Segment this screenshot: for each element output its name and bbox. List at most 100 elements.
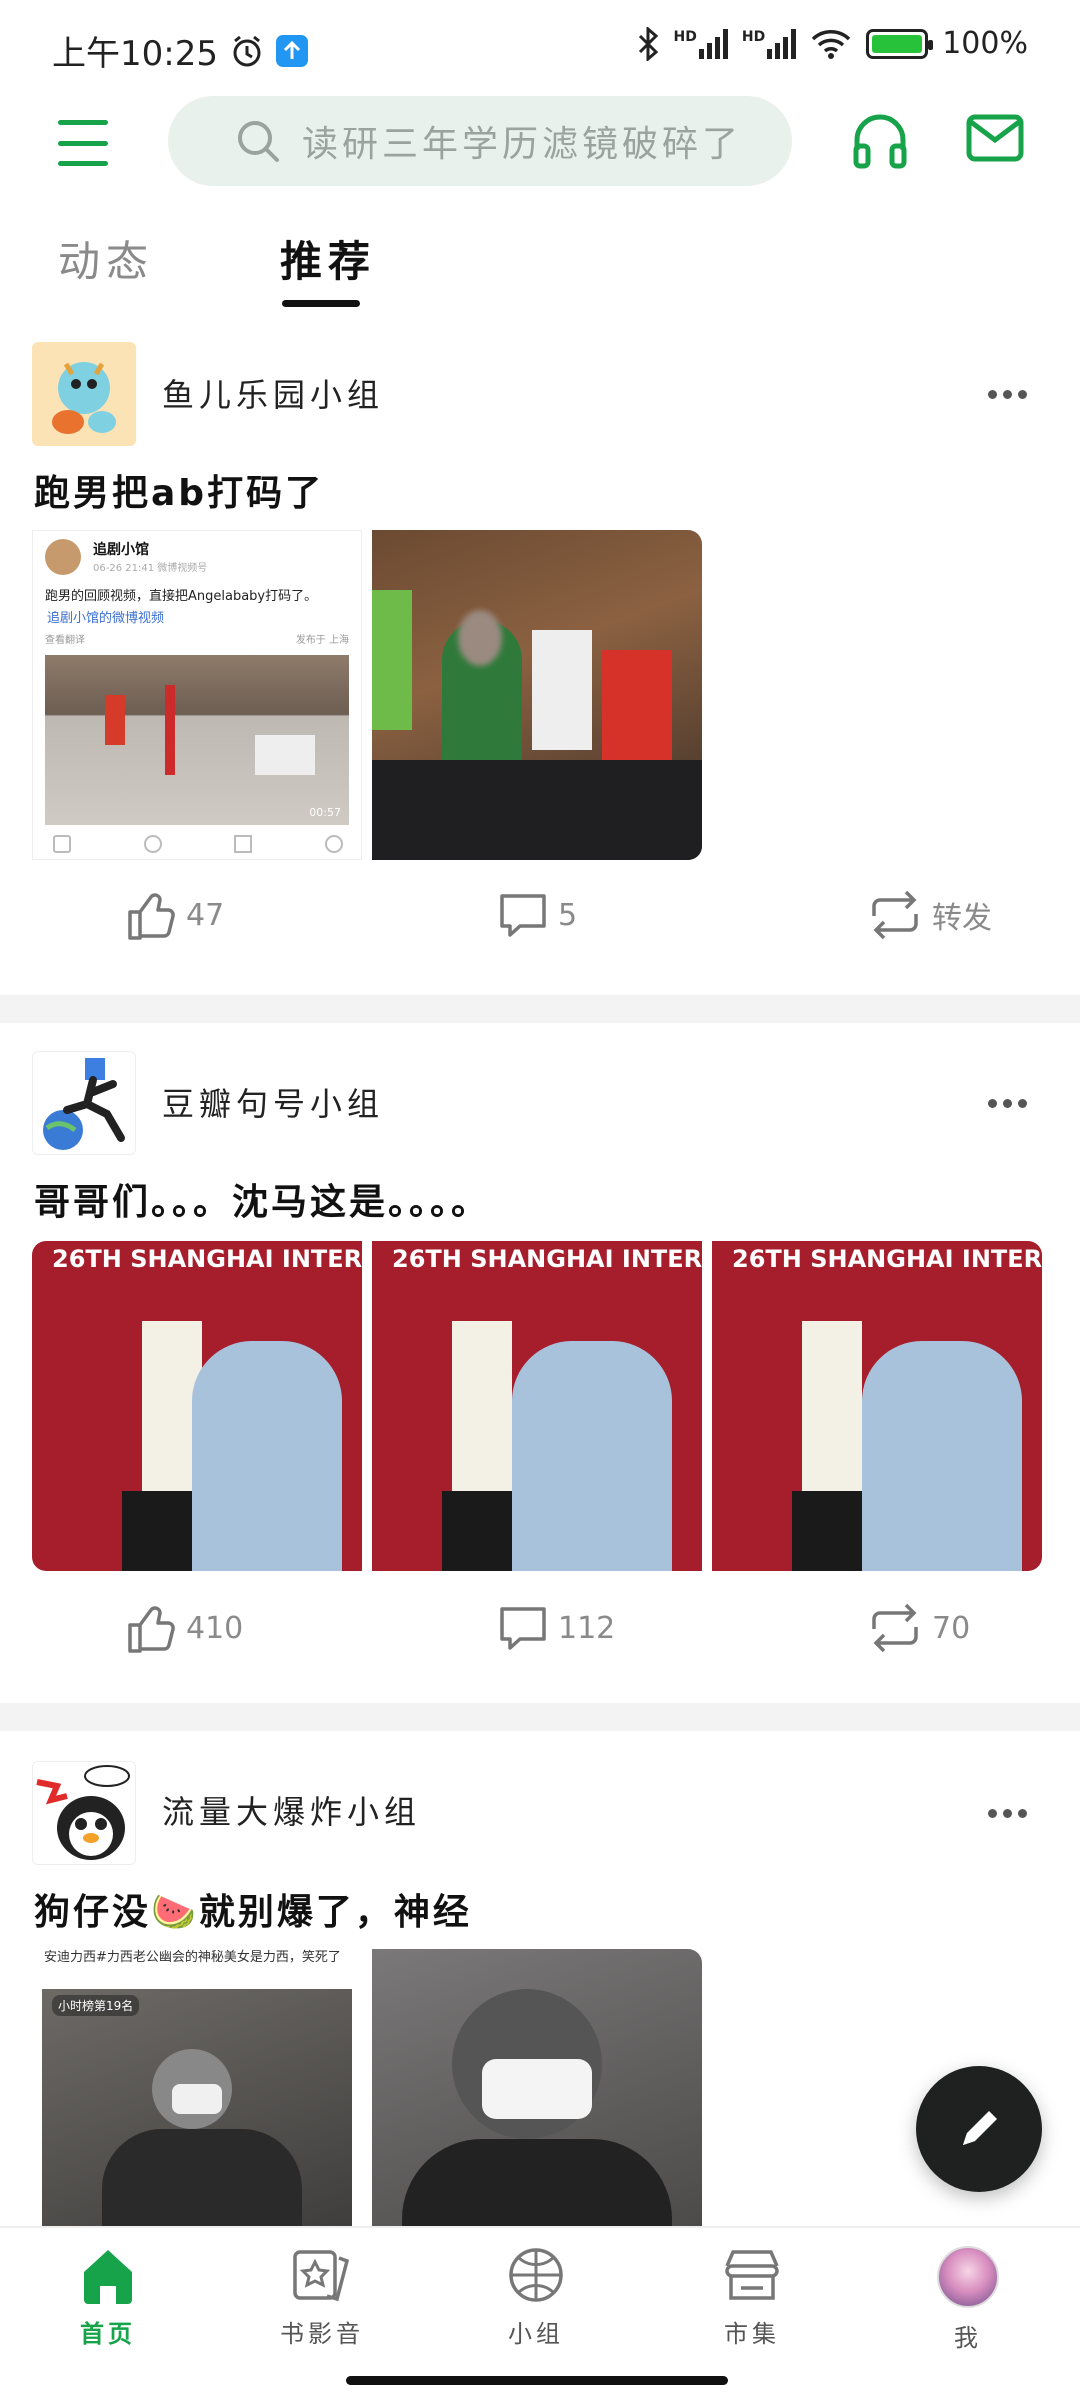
mail-icon[interactable] xyxy=(966,114,1024,162)
embedded-text: 跑男的回顾视频，直接把Angelababy打码了。 xyxy=(45,589,318,604)
post-title[interactable]: 狗仔没🍉就别爆了，神经 xyxy=(34,1883,472,1935)
bluetooth-icon xyxy=(638,26,658,61)
like-button[interactable]: 47 xyxy=(124,888,224,942)
repost-label: 转发 xyxy=(932,901,992,936)
like-count: 47 xyxy=(186,897,225,933)
menu-icon[interactable] xyxy=(58,120,108,166)
group-ball-icon xyxy=(509,2248,563,2302)
search-placeholder: 读研三年学历滤镜破碎了 xyxy=(302,124,743,165)
embedded-video: 00:57 xyxy=(45,655,349,825)
battery-icon xyxy=(866,28,934,59)
nav-groups-label: 小组 xyxy=(508,2320,564,2348)
video-duration: 00:57 xyxy=(309,806,341,819)
banner-text: 26TH SHANGHAI INTER xyxy=(732,1245,1042,1273)
feed-separator xyxy=(0,995,1080,1023)
embedded-link: 追剧小馆的微博视频 xyxy=(47,611,165,626)
headphones-icon[interactable] xyxy=(852,110,908,170)
home-indicator[interactable] xyxy=(346,2376,728,2385)
embedded-footer-right: 发布于 上海 xyxy=(295,635,349,646)
post-actions: 47 5 转发 xyxy=(0,888,1080,958)
comment-button[interactable]: 5 xyxy=(496,888,577,942)
banner-text: 26TH SHANGHAI INTER xyxy=(392,1245,702,1273)
tab-tuijian[interactable]: 推荐 xyxy=(280,228,376,289)
thumbs-up-icon xyxy=(128,893,175,940)
search-icon xyxy=(238,121,279,162)
home-icon xyxy=(84,2250,132,2304)
group-name[interactable]: 豆瓣句号小组 xyxy=(162,1079,384,1125)
nav-home-label: 首页 xyxy=(80,2320,136,2348)
nav-books-label: 书影音 xyxy=(280,2320,364,2348)
comment-count: 112 xyxy=(558,1610,616,1646)
post-title[interactable]: 哥哥们。。。沈马这是。。。。 xyxy=(34,1173,490,1225)
nav-me-label: 我 xyxy=(954,2324,982,2352)
repost-icon xyxy=(872,1603,918,1653)
repost-button[interactable]: 70 xyxy=(866,1601,970,1655)
like-button[interactable]: 410 xyxy=(124,1601,243,1655)
post-card[interactable]: 豆瓣句号小组 哥哥们。。。沈马这是。。。。 26TH SHANGHAI INTE… xyxy=(0,1023,1080,1703)
thumbs-up-icon xyxy=(128,1606,175,1653)
repost-icon xyxy=(872,890,918,940)
avatar xyxy=(937,2246,999,2308)
status-bar: 上午10:25 HD HD 100% xyxy=(0,0,1080,92)
embedded-user: 追剧小馆 xyxy=(93,542,149,558)
post-image-screenshot[interactable]: 追剧小馆 06-26 21:41 微博视频号 跑男的回顾视频，直接把Angela… xyxy=(32,530,362,860)
embedded-time: 06-26 21:41 微博视频号 xyxy=(93,563,208,574)
post-image-photo[interactable] xyxy=(372,530,702,860)
post-title[interactable]: 跑男把ab打码了 xyxy=(34,464,324,516)
group-name[interactable]: 鱼儿乐园小组 xyxy=(162,370,384,416)
post-actions: 410 112 70 xyxy=(0,1601,1080,1671)
top-bar: 读研三年学历滤镜破碎了 xyxy=(0,92,1080,192)
post-image-1[interactable]: 26TH SHANGHAI INTER xyxy=(32,1241,362,1571)
nav-books-movies-music[interactable]: 书影音 xyxy=(242,2246,402,2349)
signal-bars-icon xyxy=(698,28,728,59)
repost-count: 70 xyxy=(932,1610,971,1646)
signal-2: HD xyxy=(742,28,797,59)
nav-groups[interactable]: 小组 xyxy=(456,2246,616,2349)
ranking-badge: 小时榜第19名 xyxy=(52,1995,140,2016)
comment-count: 5 xyxy=(558,897,578,933)
tab-dongtai[interactable]: 动态 xyxy=(58,228,154,289)
status-time: 上午10:25 xyxy=(52,34,218,74)
upload-app-icon xyxy=(275,34,308,67)
repost-button[interactable]: 转发 xyxy=(866,888,992,942)
more-options-icon[interactable] xyxy=(988,390,1027,399)
alarm-icon xyxy=(233,35,261,66)
more-options-icon[interactable] xyxy=(988,1809,1027,1818)
group-avatar[interactable] xyxy=(32,342,136,446)
star-book-icon xyxy=(293,2250,350,2302)
post-card[interactable]: 鱼儿乐园小组 跑男把ab打码了 追剧小馆 06-26 21:41 微博视频号 跑… xyxy=(0,310,1080,995)
image-caption: 安迪力西#力西老公幽会的神秘美女是力西，笑死了 xyxy=(44,1950,341,1965)
status-left: 上午10:25 xyxy=(52,26,308,75)
group-avatar[interactable] xyxy=(32,1761,136,1865)
more-options-icon[interactable] xyxy=(988,1099,1027,1108)
post-image-1[interactable]: 安迪力西#力西老公幽会的神秘美女是力西，笑死了 小时榜第19名 xyxy=(32,1949,362,2226)
comment-icon xyxy=(500,894,546,937)
embedded-actions xyxy=(53,835,343,853)
comment-button[interactable]: 112 xyxy=(496,1601,615,1655)
post-card[interactable]: 流量大爆炸小组 狗仔没🍉就别爆了，神经 安迪力西#力西老公幽会的神秘美女是力西，… xyxy=(0,1731,1080,2226)
group-name[interactable]: 流量大爆炸小组 xyxy=(162,1787,421,1833)
compose-button[interactable] xyxy=(916,2066,1042,2192)
search-bar[interactable]: 读研三年学历滤镜破碎了 xyxy=(168,96,792,186)
wifi-icon xyxy=(812,29,851,59)
embedded-footer-left: 查看翻译 xyxy=(45,635,85,646)
like-count: 410 xyxy=(186,1610,244,1646)
banner-text: 26TH SHANGHAI INTER xyxy=(52,1245,362,1273)
post-image-2[interactable] xyxy=(372,1949,702,2226)
post-image-3[interactable]: 26TH SHANGHAI INTER xyxy=(712,1241,1042,1571)
active-tab-indicator xyxy=(282,300,360,307)
feed-tabs: 动态 推荐 xyxy=(0,208,1080,312)
comment-icon xyxy=(500,1607,546,1650)
store-icon xyxy=(725,2250,779,2300)
signal-bars-icon xyxy=(767,28,797,59)
group-avatar[interactable] xyxy=(32,1051,136,1155)
battery-percent: 100% xyxy=(942,26,1028,61)
embedded-avatar xyxy=(45,539,81,575)
kick-figure-icon xyxy=(43,1058,125,1150)
nav-home[interactable]: 首页 xyxy=(28,2246,188,2349)
signal-1: HD xyxy=(674,28,728,59)
post-image-2[interactable]: 26TH SHANGHAI INTER xyxy=(372,1241,702,1571)
nav-market-label: 市集 xyxy=(724,2320,780,2348)
nav-me[interactable]: 我 xyxy=(888,2246,1048,2353)
nav-market[interactable]: 市集 xyxy=(672,2246,832,2349)
